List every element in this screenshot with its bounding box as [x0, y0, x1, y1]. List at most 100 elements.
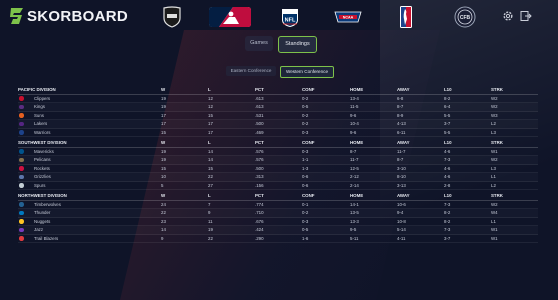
- league-ncaa[interactable]: NCAA: [333, 6, 363, 28]
- table-row[interactable]: Thunder 22 9 .710 0-2 13-5 9-4 8-2 W4: [18, 209, 538, 218]
- table-row[interactable]: Timberwolves 24 7 .774 0-1 14-1 10-6 7-3 W2: [18, 201, 538, 209]
- exit-icon[interactable]: [520, 10, 532, 22]
- table-row[interactable]: Lakers 17 17 .500 0-2 10-4 4-13 3-7 L2: [18, 120, 538, 129]
- stat-w: 17: [161, 121, 166, 126]
- tab-eastern-conference[interactable]: Eastern Conference: [226, 66, 276, 76]
- stat-w: 19: [161, 104, 166, 109]
- team-name[interactable]: Suns: [34, 112, 44, 120]
- table-row[interactable]: Trail Blazers 9 22 .290 1-6 5-11 4-11 3-7 W1: [18, 235, 538, 243]
- column-header-strk[interactable]: STRK: [491, 192, 503, 200]
- column-header-conf[interactable]: CONF: [302, 86, 314, 94]
- gear-icon[interactable]: [502, 10, 514, 22]
- team-name[interactable]: Lakers: [34, 120, 47, 128]
- column-header-away[interactable]: AWAY: [397, 86, 410, 94]
- table-row[interactable]: Mavericks 19 14 .576 0-3 8-7 11-7 4-6 W1: [18, 148, 538, 156]
- team-logo-icon: [19, 149, 24, 154]
- svg-text:NFL: NFL: [285, 17, 296, 23]
- stat-l: 19: [208, 227, 213, 232]
- tab-western-conference[interactable]: Western Conference: [280, 66, 334, 78]
- league-cfb[interactable]: CFB: [452, 6, 478, 28]
- stat-pct: .676: [255, 218, 264, 224]
- column-header-l[interactable]: L: [208, 139, 211, 147]
- team-name[interactable]: Clippers: [34, 95, 50, 103]
- column-header-pct[interactable]: PCT: [255, 192, 264, 200]
- stat-away: 8-7: [397, 104, 404, 109]
- table-row[interactable]: Kings 19 12 .613 0-5 11-5 8-7 6-4 W2: [18, 103, 538, 112]
- team-name[interactable]: Kings: [34, 103, 45, 111]
- team-logo-icon: [19, 202, 24, 207]
- table-row[interactable]: Pelicans 19 14 .576 1-1 11-7 8-7 7-3 W2: [18, 156, 538, 165]
- stat-home: 11-5: [350, 104, 359, 109]
- stat-conf: 0-3: [302, 148, 309, 154]
- column-header-w[interactable]: W: [161, 139, 165, 147]
- column-header-l10[interactable]: L10: [444, 139, 452, 147]
- column-header-away[interactable]: AWAY: [397, 192, 410, 200]
- stat-away: 8-9: [397, 112, 404, 118]
- stat-pct: .469: [255, 129, 264, 135]
- stat-away: 10-8: [397, 218, 406, 224]
- team-name[interactable]: Trail Blazers: [34, 235, 58, 243]
- team-name[interactable]: Warriors: [34, 129, 50, 137]
- team-name[interactable]: Spurs: [34, 182, 45, 190]
- stat-l10: 4-6: [444, 174, 451, 179]
- stat-conf: 0-2: [302, 210, 309, 215]
- column-header-w[interactable]: W: [161, 86, 165, 94]
- stat-l10: 8-2: [444, 218, 451, 224]
- table-row[interactable]: Grizzlies 10 22 .313 0-6 2-12 8-10 4-6 L1: [18, 173, 538, 182]
- app-logo[interactable]: SKORBOARD: [10, 7, 128, 25]
- league-nhl[interactable]: [160, 6, 184, 28]
- table-row[interactable]: Spurs 5 27 .156 0-6 2-14 3-13 2-8 L2: [18, 182, 538, 190]
- column-header-pct[interactable]: PCT: [255, 139, 264, 147]
- stat-l10: 4-6: [444, 165, 451, 171]
- view-tabs: Games Standings: [0, 36, 558, 53]
- division-name: PACIFIC DIVISION: [18, 87, 56, 92]
- stat-conf: 0-3: [302, 218, 309, 224]
- stat-home: 2-14: [350, 182, 359, 188]
- team-name[interactable]: Timberwolves: [34, 201, 61, 209]
- league-mlb[interactable]: [208, 6, 252, 28]
- team-name[interactable]: Pelicans: [34, 156, 51, 164]
- table-row[interactable]: Nuggets 23 11 .676 0-3 13-3 10-8 8-2 L1: [18, 218, 538, 226]
- stat-pct: .290: [255, 235, 264, 241]
- stat-conf: 1-6: [302, 235, 309, 241]
- tab-standings[interactable]: Standings: [278, 36, 317, 53]
- column-header-conf[interactable]: CONF: [302, 139, 314, 147]
- team-name[interactable]: Thunder: [34, 209, 50, 217]
- column-header-pct[interactable]: PCT: [255, 86, 264, 94]
- team-name[interactable]: Grizzlies: [34, 173, 51, 181]
- column-header-strk[interactable]: STRK: [491, 86, 503, 94]
- column-header-home[interactable]: HOME: [350, 139, 363, 147]
- league-nfl[interactable]: NFL: [280, 6, 300, 28]
- column-header-home[interactable]: HOME: [350, 192, 363, 200]
- table-row[interactable]: Rockets 15 15 .500 1-3 12-5 3-10 4-6 L3: [18, 165, 538, 173]
- column-header-l[interactable]: L: [208, 86, 211, 94]
- team-name[interactable]: Mavericks: [34, 148, 54, 156]
- column-header-conf[interactable]: CONF: [302, 192, 314, 200]
- team-logo-icon: [19, 130, 24, 135]
- table-row[interactable]: Jazz 14 19 .424 0-5 9-5 5-14 7-3 W1: [18, 226, 538, 235]
- column-header-l10[interactable]: L10: [444, 192, 452, 200]
- team-name[interactable]: Rockets: [34, 165, 50, 173]
- table-row[interactable]: Warriors 15 17 .469 0-3 9-6 6-11 5-5 L3: [18, 129, 538, 137]
- column-header-home[interactable]: HOME: [350, 86, 363, 94]
- team-logo-icon: [19, 104, 24, 110]
- column-header-l[interactable]: L: [208, 192, 211, 200]
- column-header-strk[interactable]: STRK: [491, 139, 503, 147]
- team-name[interactable]: Nuggets: [34, 218, 50, 226]
- tab-games[interactable]: Games: [245, 36, 273, 51]
- column-header-away[interactable]: AWAY: [397, 139, 410, 147]
- table-row[interactable]: Clippers 19 12 .613 0-2 13-4 6-8 8-2 W2: [18, 95, 538, 103]
- stat-home: 13-3: [350, 218, 359, 224]
- team-name[interactable]: Jazz: [34, 226, 43, 234]
- stat-pct: .576: [255, 148, 264, 154]
- stat-home: 13-4: [350, 95, 359, 101]
- stat-home: 9-6: [350, 112, 357, 118]
- table-row[interactable]: Suns 17 15 .531 0-2 9-6 8-9 5-5 W3: [18, 112, 538, 120]
- league-nba[interactable]: [398, 6, 414, 28]
- stat-home: 5-11: [350, 235, 359, 241]
- stat-conf: 0-2: [302, 121, 309, 126]
- column-header-l10[interactable]: L10: [444, 86, 452, 94]
- column-header-w[interactable]: W: [161, 192, 165, 200]
- ncaa-logo-icon: NCAA: [334, 11, 362, 23]
- mlb-logo-icon: [209, 7, 251, 27]
